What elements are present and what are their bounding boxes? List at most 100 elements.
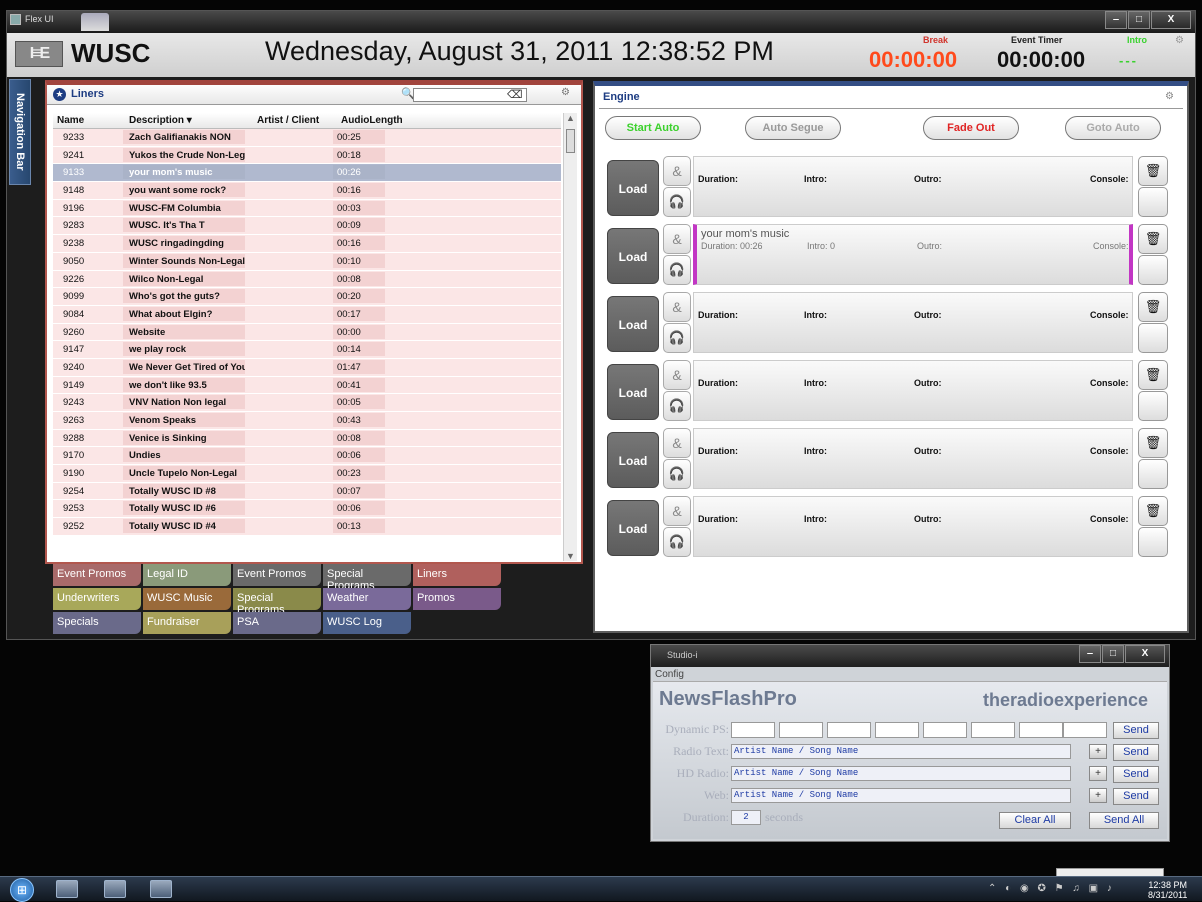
liner-row[interactable]: 9170 Undies 00:06 xyxy=(53,447,561,466)
slot-info[interactable]: Duration: Intro: Outro: Console: xyxy=(693,496,1133,557)
headphones-icon[interactable]: 🎧 xyxy=(663,527,691,557)
liner-row[interactable]: 9190 Uncle Tupelo Non-Legal 00:23 xyxy=(53,465,561,483)
ampersand-icon[interactable]: & xyxy=(663,224,691,254)
minimize-button[interactable]: ‒ xyxy=(1105,11,1127,29)
col-audiolength-header[interactable]: AudioLength xyxy=(341,115,403,126)
ampersand-icon[interactable]: & xyxy=(663,496,691,526)
trash-icon[interactable]: 🗑 xyxy=(1138,224,1168,254)
send-web-button[interactable]: Send xyxy=(1113,788,1159,805)
liner-row[interactable]: 9133 your mom's music 00:26 xyxy=(53,164,561,183)
web-input[interactable]: Artist Name / Song Name xyxy=(731,788,1071,803)
clear-all-button[interactable]: Clear All xyxy=(999,812,1071,829)
headphones-icon[interactable]: 🎧 xyxy=(663,323,691,353)
duration-input[interactable]: 2 xyxy=(731,810,761,825)
liner-row[interactable]: 9288 Venice is Sinking 00:08 xyxy=(53,429,561,448)
trash-icon[interactable]: 🗑 xyxy=(1138,360,1168,390)
hd-radio-input[interactable]: Artist Name / Song Name xyxy=(731,766,1071,781)
load-button[interactable]: Load xyxy=(607,296,659,352)
send-all-button[interactable]: Send All xyxy=(1089,812,1159,829)
liner-row[interactable]: 9263 Venom Speaks 00:43 xyxy=(53,412,561,430)
close-button[interactable]: X xyxy=(1151,11,1191,29)
window-titlebar[interactable]: Flex UI ‒ □ X xyxy=(7,11,1195,33)
load-button[interactable]: Load xyxy=(607,160,659,216)
taskbar-app-explorer-icon[interactable] xyxy=(56,880,78,898)
liner-row[interactable]: 9099 Who's got the guts? 00:20 xyxy=(53,288,561,306)
liners-scrollbar[interactable]: ▲ ▼ xyxy=(563,113,577,561)
liner-row[interactable]: 9226 Wilco Non-Legal 00:08 xyxy=(53,270,561,289)
category-tab[interactable]: Event Promos xyxy=(53,564,141,586)
liner-row[interactable]: 9238 WUSC ringadingding 00:16 xyxy=(53,235,561,253)
taskbar-app-flexui-icon[interactable] xyxy=(150,880,172,898)
send-hd-radio-button[interactable]: Send xyxy=(1113,766,1159,783)
header-gear-icon[interactable]: ⚙ xyxy=(1175,35,1184,46)
studio-close-button[interactable]: X xyxy=(1125,645,1165,663)
trash-icon[interactable]: 🗑 xyxy=(1138,292,1168,322)
col-name-header[interactable]: Name xyxy=(57,115,84,126)
send-ps-button[interactable]: Send xyxy=(1113,722,1159,739)
liner-row[interactable]: 9260 Website 00:00 xyxy=(53,323,561,342)
maximize-button[interactable]: □ xyxy=(1128,11,1150,29)
liner-row[interactable]: 9233 Zach Galifianakis NON 00:25 xyxy=(53,129,561,147)
dynamic-ps-field[interactable] xyxy=(971,722,1015,738)
headphones-icon[interactable]: 🎧 xyxy=(663,187,691,217)
radio-text-plus-button[interactable]: + xyxy=(1089,744,1107,759)
scroll-up-icon[interactable]: ▲ xyxy=(566,113,575,123)
slot-info[interactable]: your mom's music Duration: 00:26 Intro: … xyxy=(693,224,1133,285)
category-tab[interactable]: Weather xyxy=(323,588,411,610)
liner-row[interactable]: 9149 we don't like 93.5 00:41 xyxy=(53,376,561,395)
load-button[interactable]: Load xyxy=(607,500,659,556)
category-tab[interactable]: Underwriters xyxy=(53,588,141,610)
liner-row[interactable]: 9253 Totally WUSC ID #6 00:06 xyxy=(53,500,561,519)
start-button[interactable]: ⊞ xyxy=(10,878,34,902)
config-menu[interactable]: Config xyxy=(655,669,684,680)
titlebar-tab[interactable] xyxy=(81,13,109,31)
fade-out-button[interactable]: Fade Out xyxy=(923,116,1019,140)
category-tab[interactable]: Fundraiser xyxy=(143,612,231,634)
dynamic-ps-field[interactable] xyxy=(779,722,823,738)
taskbar-clock[interactable]: 12:38 PM 8/31/2011 xyxy=(1148,880,1187,900)
ampersand-icon[interactable]: & xyxy=(663,360,691,390)
load-button[interactable]: Load xyxy=(607,364,659,420)
category-tab[interactable]: Special Programs xyxy=(233,588,321,616)
taskbar-app-studio-icon[interactable] xyxy=(104,880,126,898)
ampersand-icon[interactable]: & xyxy=(663,428,691,458)
slot-console-button[interactable] xyxy=(1138,527,1168,557)
category-tab[interactable]: WUSC Log xyxy=(323,612,411,634)
slot-info[interactable]: Duration: Intro: Outro: Console: xyxy=(693,360,1133,421)
liner-row[interactable]: 9252 Totally WUSC ID #4 00:13 xyxy=(53,518,561,536)
dynamic-ps-field[interactable] xyxy=(827,722,871,738)
liner-row[interactable]: 9196 WUSC-FM Columbia 00:03 xyxy=(53,199,561,218)
liner-row[interactable]: 9147 we play rock 00:14 xyxy=(53,341,561,359)
slot-console-button[interactable] xyxy=(1138,255,1168,285)
send-radio-text-button[interactable]: Send xyxy=(1113,744,1159,761)
goto-auto-button[interactable]: Goto Auto xyxy=(1065,116,1161,140)
auto-segue-button[interactable]: Auto Segue xyxy=(745,116,841,140)
slot-console-button[interactable] xyxy=(1138,323,1168,353)
category-tab[interactable]: Liners xyxy=(413,564,501,586)
category-tab[interactable]: WUSC Music xyxy=(143,588,231,610)
category-tab[interactable]: PSA xyxy=(233,612,321,634)
web-plus-button[interactable]: + xyxy=(1089,788,1107,803)
radio-text-input[interactable]: Artist Name / Song Name xyxy=(731,744,1071,759)
trash-icon[interactable]: 🗑 xyxy=(1138,156,1168,186)
category-tab[interactable]: Special Programs xyxy=(323,564,411,592)
dynamic-ps-field[interactable] xyxy=(1019,722,1063,738)
col-description-header[interactable]: Description ▾ xyxy=(129,115,192,126)
hd-radio-plus-button[interactable]: + xyxy=(1089,766,1107,781)
ampersand-icon[interactable]: & xyxy=(663,292,691,322)
studio-titlebar[interactable]: Studio-i ‒ □ X xyxy=(651,645,1169,667)
scroll-thumb[interactable] xyxy=(566,129,575,153)
liner-row[interactable]: 9084 What about Elgin? 00:17 xyxy=(53,305,561,324)
studio-maximize-button[interactable]: □ xyxy=(1102,645,1124,663)
scroll-down-icon[interactable]: ▼ xyxy=(566,551,575,561)
slot-info[interactable]: Duration: Intro: Outro: Console: xyxy=(693,292,1133,353)
dynamic-ps-field[interactable] xyxy=(731,722,775,738)
headphones-icon[interactable]: 🎧 xyxy=(663,459,691,489)
dynamic-ps-field[interactable] xyxy=(875,722,919,738)
clear-search-icon[interactable]: ⌫ xyxy=(507,88,523,101)
col-artist-header[interactable]: Artist / Client xyxy=(257,115,319,126)
liner-row[interactable]: 9283 WUSC. It's Tha T 00:09 xyxy=(53,217,561,236)
trash-icon[interactable]: 🗑 xyxy=(1138,428,1168,458)
navigation-bar-toggle[interactable]: Navigation Bar xyxy=(9,79,31,185)
studio-minimize-button[interactable]: ‒ xyxy=(1079,645,1101,663)
